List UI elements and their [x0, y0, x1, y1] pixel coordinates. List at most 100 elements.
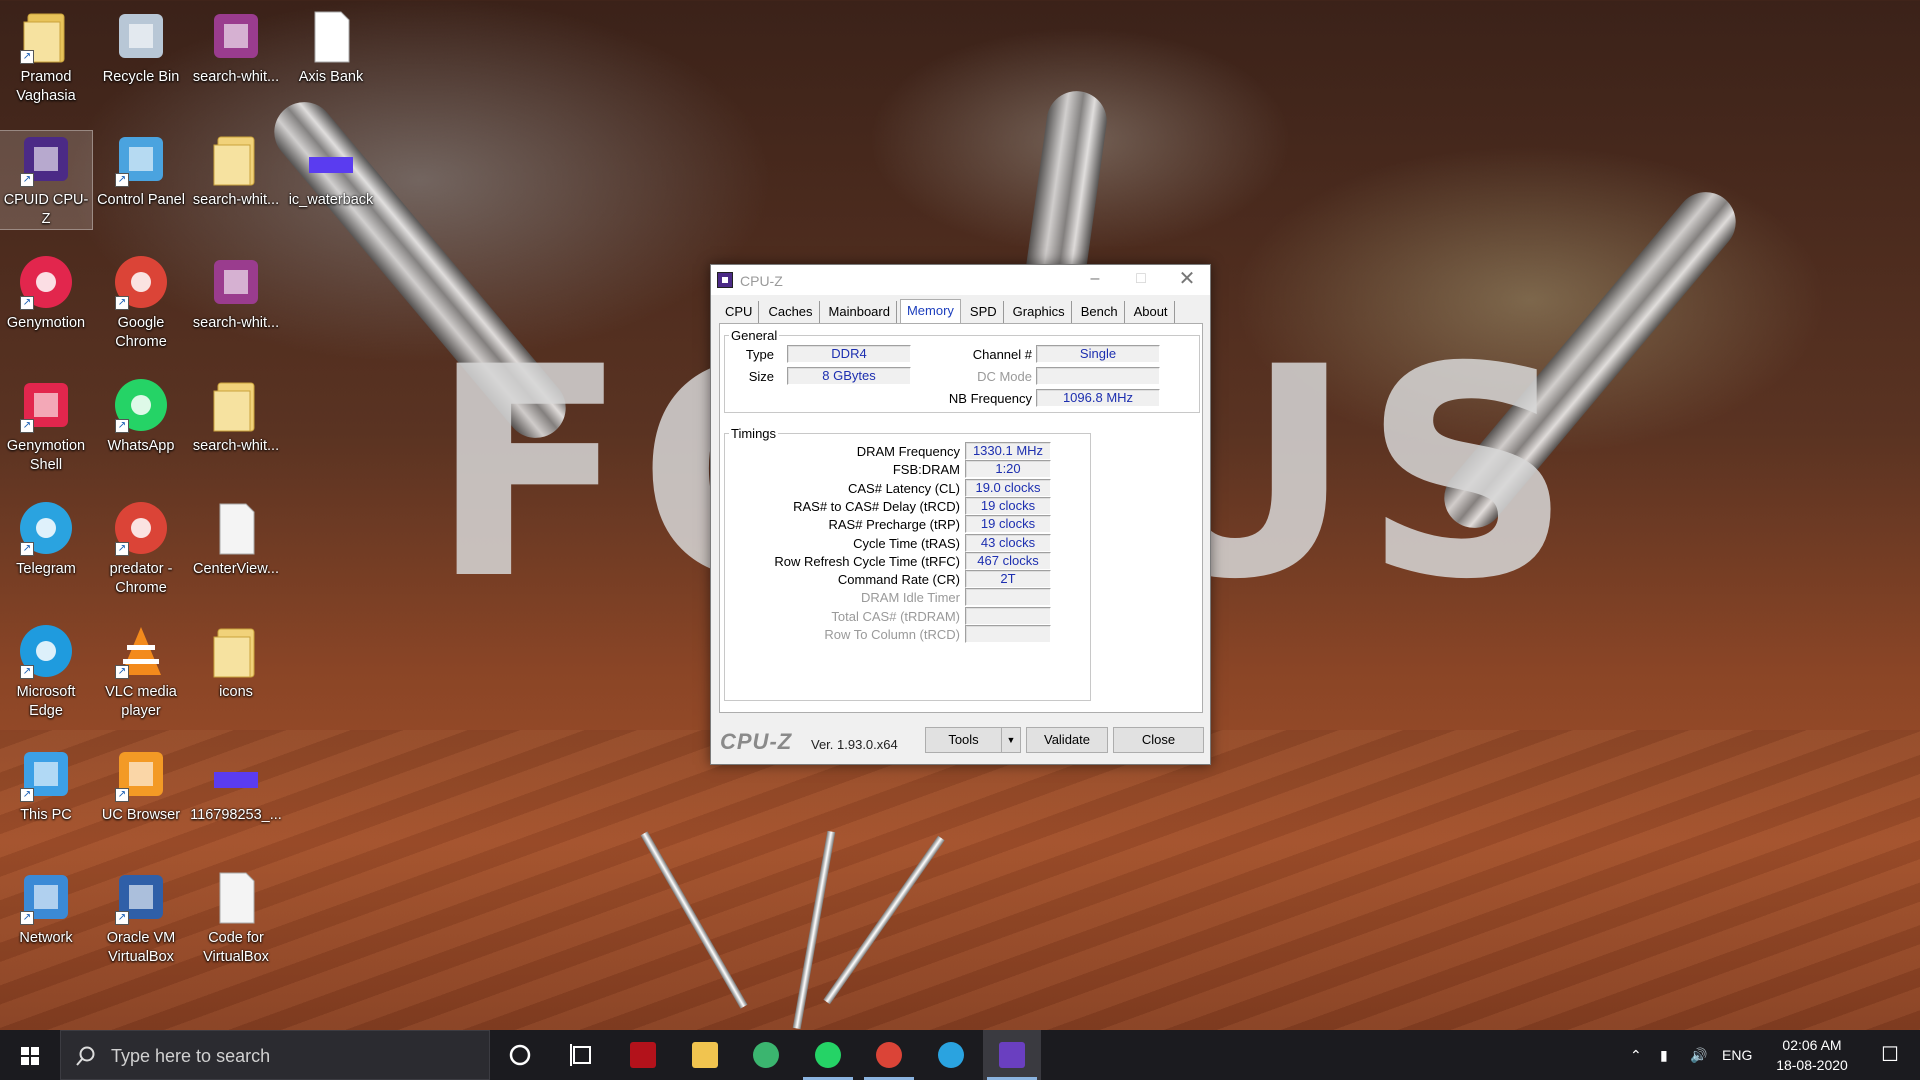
desktop-icon[interactable]: 116798253_... [190, 746, 282, 825]
taskbar-telegram-button[interactable] [922, 1030, 980, 1080]
desktop-icon[interactable]: ↗ This PC [0, 746, 92, 825]
desktop-icon-label: UC Browser [101, 807, 181, 823]
battery-icon[interactable]: ▮ [1660, 1030, 1668, 1080]
size-value: 8 GBytes [787, 367, 911, 385]
shortcut-arrow-icon: ↗ [115, 419, 129, 433]
start-button[interactable] [0, 1030, 60, 1080]
maps-icon [753, 1042, 779, 1068]
desktop-icon[interactable]: ↗ Google Chrome [95, 254, 187, 352]
taskbar: Type here to search ⌃ ▮ 🔊 ENG 02:06 AM 1… [0, 1030, 1920, 1080]
title-bar[interactable]: CPU-Z – □ ✕ [711, 265, 1210, 295]
timing-value: 19 clocks [965, 496, 1051, 515]
tools-dropdown-button[interactable]: ▼ [1001, 727, 1021, 753]
tab-bench[interactable]: Bench [1075, 301, 1125, 323]
desktop-icon[interactable]: search-whit... [190, 131, 282, 210]
volume-icon[interactable]: 🔊 [1690, 1030, 1707, 1080]
timing-label: DRAM Idle Timer [861, 590, 960, 606]
desktop-icon[interactable]: search-whit... [190, 254, 282, 333]
timing-label: Command Rate (CR) [837, 572, 960, 588]
desktop-icon[interactable]: ↗ Genymotion Shell [0, 377, 92, 475]
dcmode-label: DC Mode [977, 369, 1032, 384]
show-hidden-icons-button[interactable]: ⌃ [1630, 1030, 1642, 1080]
desktop-icon[interactable]: ↗ VLC media player [95, 623, 187, 721]
desktop-icon[interactable]: icons [190, 623, 282, 702]
desktop-icon[interactable]: ↗ Genymotion [0, 254, 92, 333]
channel-label: Channel # [972, 347, 1032, 362]
cpuz-app-icon [717, 272, 733, 288]
cpuz-window[interactable]: CPU-Z – □ ✕ CPU Caches Mainboard Memory SPD G… [710, 264, 1211, 765]
desktop-icon[interactable]: ↗ Pramod Vaghasia [0, 8, 92, 106]
taskbar-whatsapp-button[interactable] [799, 1030, 857, 1080]
desktop-icon-label: Pramod Vaghasia [16, 69, 76, 104]
desktop-icon-label: Control Panel [97, 192, 185, 208]
control-panel-icon: ↗ [113, 131, 169, 187]
desktop-icon[interactable]: ↗ CPUID CPU-Z [0, 130, 93, 230]
predator-icon [630, 1042, 656, 1068]
desktop-icon-label: CPUID CPU-Z [3, 192, 89, 227]
timing-value: 1:20 [965, 460, 1051, 479]
tab-about[interactable]: About [1128, 301, 1175, 323]
taskbar-search-box[interactable]: Type here to search [60, 1030, 490, 1080]
desktop-icon[interactable]: ↗ predator - Chrome [95, 500, 187, 598]
desktop-icon[interactable]: ↗ Control Panel [95, 131, 187, 210]
tools-button[interactable]: Tools [925, 727, 1001, 753]
desktop-icon[interactable]: search-whit... [190, 8, 282, 87]
folder-icon [208, 623, 264, 679]
cpuz-brand-logo: CPU-Z [720, 729, 793, 754]
taskbar-predator-button[interactable] [614, 1030, 672, 1080]
validate-button[interactable]: Validate [1026, 727, 1108, 753]
minimize-button[interactable]: – [1072, 265, 1118, 295]
taskbar-task-view-button[interactable] [553, 1030, 611, 1080]
taskbar-cortana-button[interactable] [491, 1030, 549, 1080]
uc-browser-icon: ↗ [113, 746, 169, 802]
timing-label: Row To Column (tRCD) [824, 627, 960, 642]
window-title: CPU-Z [740, 273, 783, 289]
desktop-icon[interactable]: Axis Bank [285, 8, 377, 87]
telegram-icon: ↗ [18, 500, 74, 556]
desktop-icon[interactable]: search-whit... [190, 377, 282, 456]
tab-spd[interactable]: SPD [964, 301, 1004, 323]
edge-icon: ↗ [18, 623, 74, 679]
chrome-icon [876, 1042, 902, 1068]
tab-cpu[interactable]: CPU [719, 301, 760, 323]
desktop-icon[interactable]: ↗ WhatsApp [95, 377, 187, 456]
vlc-icon: ↗ [113, 623, 169, 679]
tab-memory[interactable]: Memory [899, 299, 961, 323]
tab-mainboard[interactable]: Mainboard [823, 301, 897, 323]
search-placeholder: Type here to search [111, 1046, 271, 1066]
desktop-icon[interactable]: ↗ Telegram [0, 500, 92, 579]
desktop-icon[interactable]: ↗ UC Browser [95, 746, 187, 825]
shortcut-arrow-icon: ↗ [115, 665, 129, 679]
desktop-icon[interactable]: ↗ Oracle VM VirtualBox [95, 869, 187, 967]
taskbar-cpuz-button[interactable] [983, 1030, 1041, 1080]
virtualbox-icon: ↗ [113, 869, 169, 925]
desktop-icon-label: CenterView... [193, 561, 279, 577]
desktop-icon-label: Code for VirtualBox [203, 930, 269, 965]
desktop-icon[interactable]: Code for VirtualBox [190, 869, 282, 967]
clock[interactable]: 02:06 AM 18-08-2020 [1762, 1030, 1862, 1080]
close-window-button[interactable]: ✕ [1164, 265, 1210, 295]
desktop-icon[interactable]: Recycle Bin [95, 8, 187, 87]
shortcut-arrow-icon: ↗ [20, 542, 34, 556]
timing-value: 43 clocks [965, 533, 1051, 552]
network-icon: ↗ [18, 869, 74, 925]
blank-file-icon [208, 869, 264, 925]
desktop-icon[interactable]: ↗ Microsoft Edge [0, 623, 92, 721]
timing-value [965, 588, 1051, 607]
desktop-icon-label: Recycle Bin [102, 69, 180, 85]
desktop-icon[interactable]: CenterView... [190, 500, 282, 579]
desktop-icon-label: ic_waterback [288, 192, 374, 208]
taskbar-maps-button[interactable] [737, 1030, 795, 1080]
desktop-icon[interactable]: ↗ Network [0, 869, 92, 948]
notifications-icon[interactable]: ☐ [1870, 1030, 1910, 1080]
taskbar-file-explorer-button[interactable] [676, 1030, 734, 1080]
tab-caches[interactable]: Caches [762, 301, 820, 323]
desktop-icon[interactable]: ic_waterback [285, 131, 377, 210]
shortcut-arrow-icon: ↗ [115, 788, 129, 802]
language-indicator[interactable]: ENG [1722, 1030, 1752, 1080]
taskbar-chrome-button[interactable] [860, 1030, 918, 1080]
tab-graphics[interactable]: Graphics [1007, 301, 1072, 323]
close-button[interactable]: Close [1113, 727, 1204, 753]
desktop-icon-label: Network [19, 930, 73, 946]
timing-label: Row Refresh Cycle Time (tRFC) [774, 553, 960, 569]
